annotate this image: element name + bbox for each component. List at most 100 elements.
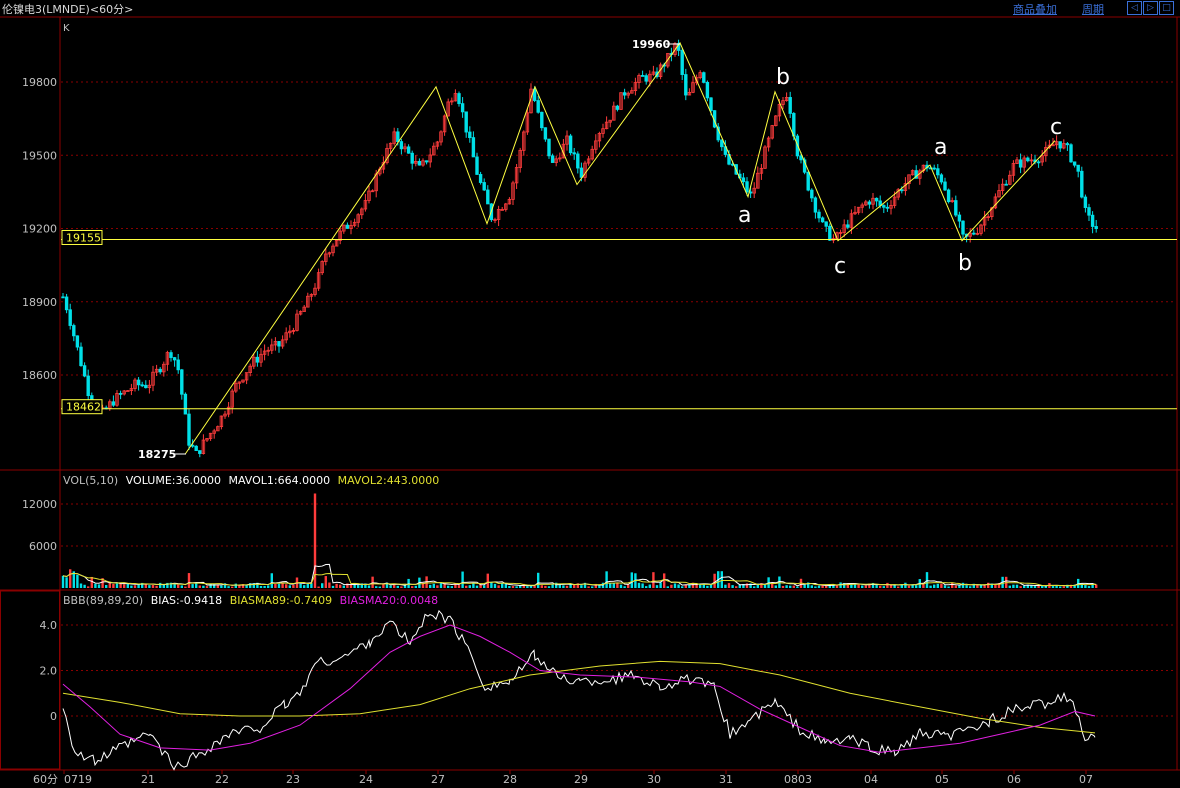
candle-body	[961, 220, 965, 235]
volume-bar	[1041, 586, 1044, 588]
support-line-label: 19155	[66, 231, 101, 244]
candle-body	[75, 335, 80, 348]
candle-body	[1018, 159, 1023, 168]
volume-bar	[580, 585, 583, 588]
volume-bar	[731, 585, 734, 588]
volume-bar	[378, 586, 381, 588]
volume-bar	[598, 585, 601, 588]
volume-bar	[429, 584, 432, 588]
low-label: 18275	[138, 448, 176, 461]
volume-bar	[526, 586, 529, 588]
volume-bar	[713, 573, 716, 588]
volume-bar	[857, 584, 860, 588]
candle-body	[486, 189, 490, 205]
volume-bar	[231, 586, 234, 588]
volume-bar	[965, 585, 968, 588]
volume-bar	[339, 584, 342, 588]
volume-bar	[123, 584, 126, 588]
volume-bar	[670, 584, 673, 588]
candle-body	[478, 174, 483, 183]
volume-bar	[151, 584, 155, 588]
bias-label-prefix: BBB(89,89,20)	[63, 594, 143, 607]
date-tick-label: 21	[141, 773, 155, 786]
volume-bar	[814, 586, 817, 588]
volume-bar	[875, 584, 878, 588]
volume-bar	[709, 584, 713, 588]
volume-bar	[65, 577, 68, 588]
volume-bar	[954, 585, 957, 588]
volume-bar	[357, 585, 360, 588]
volume-bar	[461, 571, 464, 588]
chart-canvas[interactable]: 19800 19500 19200 18900 18600 12000 6000 4.0 2…	[0, 0, 1180, 788]
candle-body	[1026, 157, 1030, 162]
volume-bar	[94, 583, 97, 588]
candle-body	[464, 111, 468, 133]
candle-body	[187, 413, 191, 446]
volume-bar	[1095, 584, 1098, 588]
volume-bar	[879, 585, 882, 588]
volume-bar	[616, 583, 619, 588]
volume-bar	[508, 586, 511, 588]
volume-bar	[195, 583, 198, 588]
bias-tick-label: 4.0	[40, 619, 58, 632]
volume-bar	[180, 585, 183, 588]
candle-body	[957, 214, 962, 222]
price-tick-label: 19500	[22, 149, 57, 162]
wave-letter: a	[934, 135, 947, 160]
volume-bar	[1087, 586, 1091, 588]
candle-body	[684, 74, 688, 96]
candlestick-series	[61, 39, 1098, 458]
volume-bar	[483, 585, 486, 588]
candle-body	[702, 72, 706, 83]
candle-body	[867, 201, 872, 205]
candle-body	[417, 161, 422, 166]
candle-body	[900, 189, 904, 192]
volume-bar	[619, 584, 623, 588]
volume-bar	[486, 573, 489, 588]
volume-bar	[511, 586, 515, 588]
volume-bar	[475, 585, 479, 588]
bias-lines	[62, 609, 1096, 771]
volume-bar	[292, 584, 295, 588]
volume-bar	[861, 585, 864, 588]
candle-body	[550, 155, 555, 163]
price-tick-label: 18600	[22, 369, 57, 382]
volume-bar	[681, 586, 684, 588]
volume-bar	[112, 583, 115, 588]
candle-body	[468, 131, 472, 139]
volume-bar	[623, 586, 626, 588]
candle-body	[194, 445, 198, 451]
volume-bar	[976, 584, 979, 588]
volume-bar	[303, 585, 306, 588]
volume-bar	[591, 586, 594, 588]
candle-body	[741, 177, 746, 183]
candle-body	[579, 167, 584, 178]
vol-label-mavol2: MAVOL2:443.0000	[338, 474, 440, 487]
candle-body	[547, 138, 551, 157]
volume-bar	[90, 576, 93, 588]
volume-bar	[1084, 585, 1087, 588]
volume-bar	[763, 584, 767, 588]
volume-bar	[331, 585, 335, 588]
volume-bar	[439, 583, 443, 588]
volume-bar	[274, 584, 277, 588]
date-tick-label: 24	[359, 773, 373, 786]
volume-bar	[285, 584, 288, 588]
volume-bar	[76, 574, 79, 588]
candle-body	[943, 181, 947, 191]
volume-bar	[205, 586, 209, 588]
date-tick-label: 23	[286, 773, 300, 786]
volume-bar	[115, 583, 119, 588]
volume-bar	[864, 585, 867, 588]
candle-body	[972, 232, 976, 235]
volume-bar	[335, 583, 338, 588]
candle-body	[946, 189, 951, 203]
volume-tick-label: 12000	[22, 498, 57, 511]
price-tick-label: 19200	[22, 223, 57, 236]
wave-path: 19960 18275	[138, 38, 1056, 461]
volume-bar	[969, 586, 972, 588]
candle-body	[846, 224, 850, 228]
bias-label-biasma20: BIASMA20:0.0048	[340, 594, 439, 607]
candle-body	[86, 375, 90, 397]
volume-bar	[817, 585, 821, 588]
